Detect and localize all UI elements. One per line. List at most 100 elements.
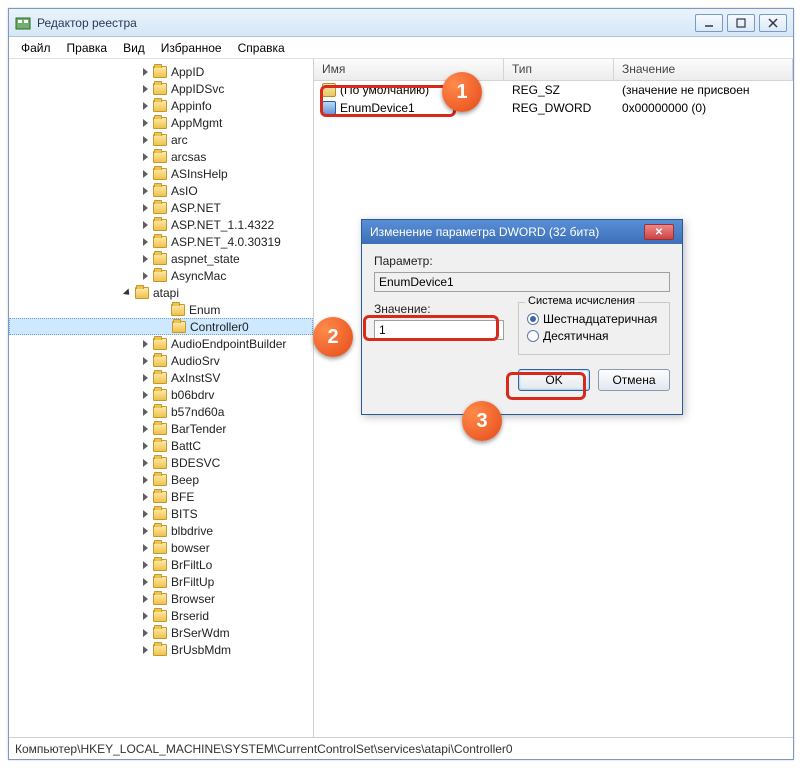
expander-icon[interactable] (139, 610, 151, 622)
tree-item[interactable]: arc (9, 131, 313, 148)
tree-item[interactable]: AppMgmt (9, 114, 313, 131)
tree-item[interactable]: ASP.NET_4.0.30319 (9, 233, 313, 250)
tree-item[interactable]: BarTender (9, 420, 313, 437)
column-value[interactable]: Значение (614, 59, 793, 80)
tree-item[interactable]: ASInsHelp (9, 165, 313, 182)
tree-item[interactable]: aspnet_state (9, 250, 313, 267)
expander-icon[interactable] (139, 338, 151, 350)
cancel-button[interactable]: Отмена (598, 369, 670, 391)
expander-icon[interactable] (121, 287, 133, 299)
tree-item[interactable]: AppID (9, 63, 313, 80)
tree-label: blbdrive (171, 524, 213, 538)
annotation-marker-1: 1 (442, 72, 482, 112)
tree-item[interactable]: BrSerWdm (9, 624, 313, 641)
menu-favorites[interactable]: Избранное (153, 39, 230, 57)
expander-icon[interactable] (139, 253, 151, 265)
expander-icon[interactable] (139, 491, 151, 503)
expander-icon[interactable] (139, 236, 151, 248)
tree-label: BrFiltUp (171, 575, 214, 589)
expander-icon[interactable] (139, 457, 151, 469)
list-row[interactable]: (По умолчанию)REG_SZ(значение не присвое… (314, 81, 793, 99)
expander-icon[interactable] (139, 389, 151, 401)
expander-icon[interactable] (139, 440, 151, 452)
expander-icon[interactable] (139, 83, 151, 95)
folder-icon (153, 253, 167, 265)
expander-icon[interactable] (139, 355, 151, 367)
window-title: Редактор реестра (37, 16, 695, 30)
tree-item[interactable]: bowser (9, 539, 313, 556)
tree-item[interactable]: AudioSrv (9, 352, 313, 369)
column-type[interactable]: Тип (504, 59, 614, 80)
expander-none (157, 304, 169, 316)
tree-item[interactable]: ASP.NET_1.1.4322 (9, 216, 313, 233)
expander-icon[interactable] (139, 151, 151, 163)
menu-view[interactable]: Вид (115, 39, 153, 57)
tree-item[interactable]: AsyncMac (9, 267, 313, 284)
expander-icon[interactable] (139, 593, 151, 605)
list-row[interactable]: EnumDevice1REG_DWORD0x00000000 (0) (314, 99, 793, 117)
reg-sz-icon (322, 83, 336, 97)
maximize-button[interactable] (727, 14, 755, 32)
tree-item[interactable]: b57nd60a (9, 403, 313, 420)
tree-item[interactable]: Controller0 (9, 318, 313, 335)
menu-file[interactable]: Файл (13, 39, 59, 57)
expander-icon[interactable] (139, 542, 151, 554)
tree-item[interactable]: BattC (9, 437, 313, 454)
folder-icon (153, 66, 167, 78)
tree-item[interactable]: AxInstSV (9, 369, 313, 386)
tree-scroll[interactable]: AppID AppIDSvcAppinfo AppMgmtarc arcsasASIn… (9, 59, 313, 737)
tree-item[interactable]: AudioEndpointBuilder (9, 335, 313, 352)
expander-icon[interactable] (139, 372, 151, 384)
tree-label: AppMgmt (171, 116, 222, 130)
tree-item[interactable]: Appinfo (9, 97, 313, 114)
tree-item[interactable]: BrUsbMdm (9, 641, 313, 658)
tree-item[interactable]: Beep (9, 471, 313, 488)
minimize-button[interactable] (695, 14, 723, 32)
tree-item[interactable]: AppIDSvc (9, 80, 313, 97)
expander-icon[interactable] (139, 100, 151, 112)
expander-icon[interactable] (139, 508, 151, 520)
radio-hex[interactable]: Шестнадцатеричная (527, 312, 661, 326)
menu-edit[interactable]: Правка (59, 39, 116, 57)
tree-label: AppIDSvc (171, 82, 224, 96)
menu-help[interactable]: Справка (230, 39, 293, 57)
value-field[interactable] (374, 320, 504, 340)
expander-icon[interactable] (139, 134, 151, 146)
expander-icon[interactable] (139, 185, 151, 197)
tree-item[interactable]: Brserid (9, 607, 313, 624)
expander-icon[interactable] (139, 474, 151, 486)
expander-icon[interactable] (139, 219, 151, 231)
tree-item[interactable]: b06bdrv (9, 386, 313, 403)
dialog-close-button[interactable]: ✕ (644, 224, 674, 240)
tree-item[interactable]: BFE (9, 488, 313, 505)
tree-item[interactable]: Browser (9, 590, 313, 607)
expander-icon[interactable] (139, 627, 151, 639)
expander-icon[interactable] (139, 66, 151, 78)
tree-item[interactable]: arcsas (9, 148, 313, 165)
tree-item[interactable]: BITS (9, 505, 313, 522)
expander-icon[interactable] (139, 525, 151, 537)
expander-icon[interactable] (139, 423, 151, 435)
radio-dec[interactable]: Десятичная (527, 329, 661, 343)
expander-icon[interactable] (139, 202, 151, 214)
tree-label: bowser (171, 541, 210, 555)
tree-item[interactable]: ASP.NET (9, 199, 313, 216)
tree-item[interactable]: blbdrive (9, 522, 313, 539)
expander-icon[interactable] (139, 559, 151, 571)
close-button[interactable] (759, 14, 787, 32)
tree-label: arcsas (171, 150, 206, 164)
tree-item[interactable]: BrFiltLo (9, 556, 313, 573)
expander-icon[interactable] (139, 576, 151, 588)
expander-icon[interactable] (139, 406, 151, 418)
titlebar: Редактор реестра (9, 9, 793, 37)
expander-icon[interactable] (139, 168, 151, 180)
expander-icon[interactable] (139, 270, 151, 282)
expander-icon[interactable] (139, 117, 151, 129)
tree-item[interactable]: AsIO (9, 182, 313, 199)
tree-item[interactable]: Enum (9, 301, 313, 318)
tree-item[interactable]: BDESVC (9, 454, 313, 471)
ok-button[interactable]: OK (518, 369, 590, 391)
tree-item[interactable]: BrFiltUp (9, 573, 313, 590)
expander-icon[interactable] (139, 644, 151, 656)
tree-item[interactable]: atapi (9, 284, 313, 301)
